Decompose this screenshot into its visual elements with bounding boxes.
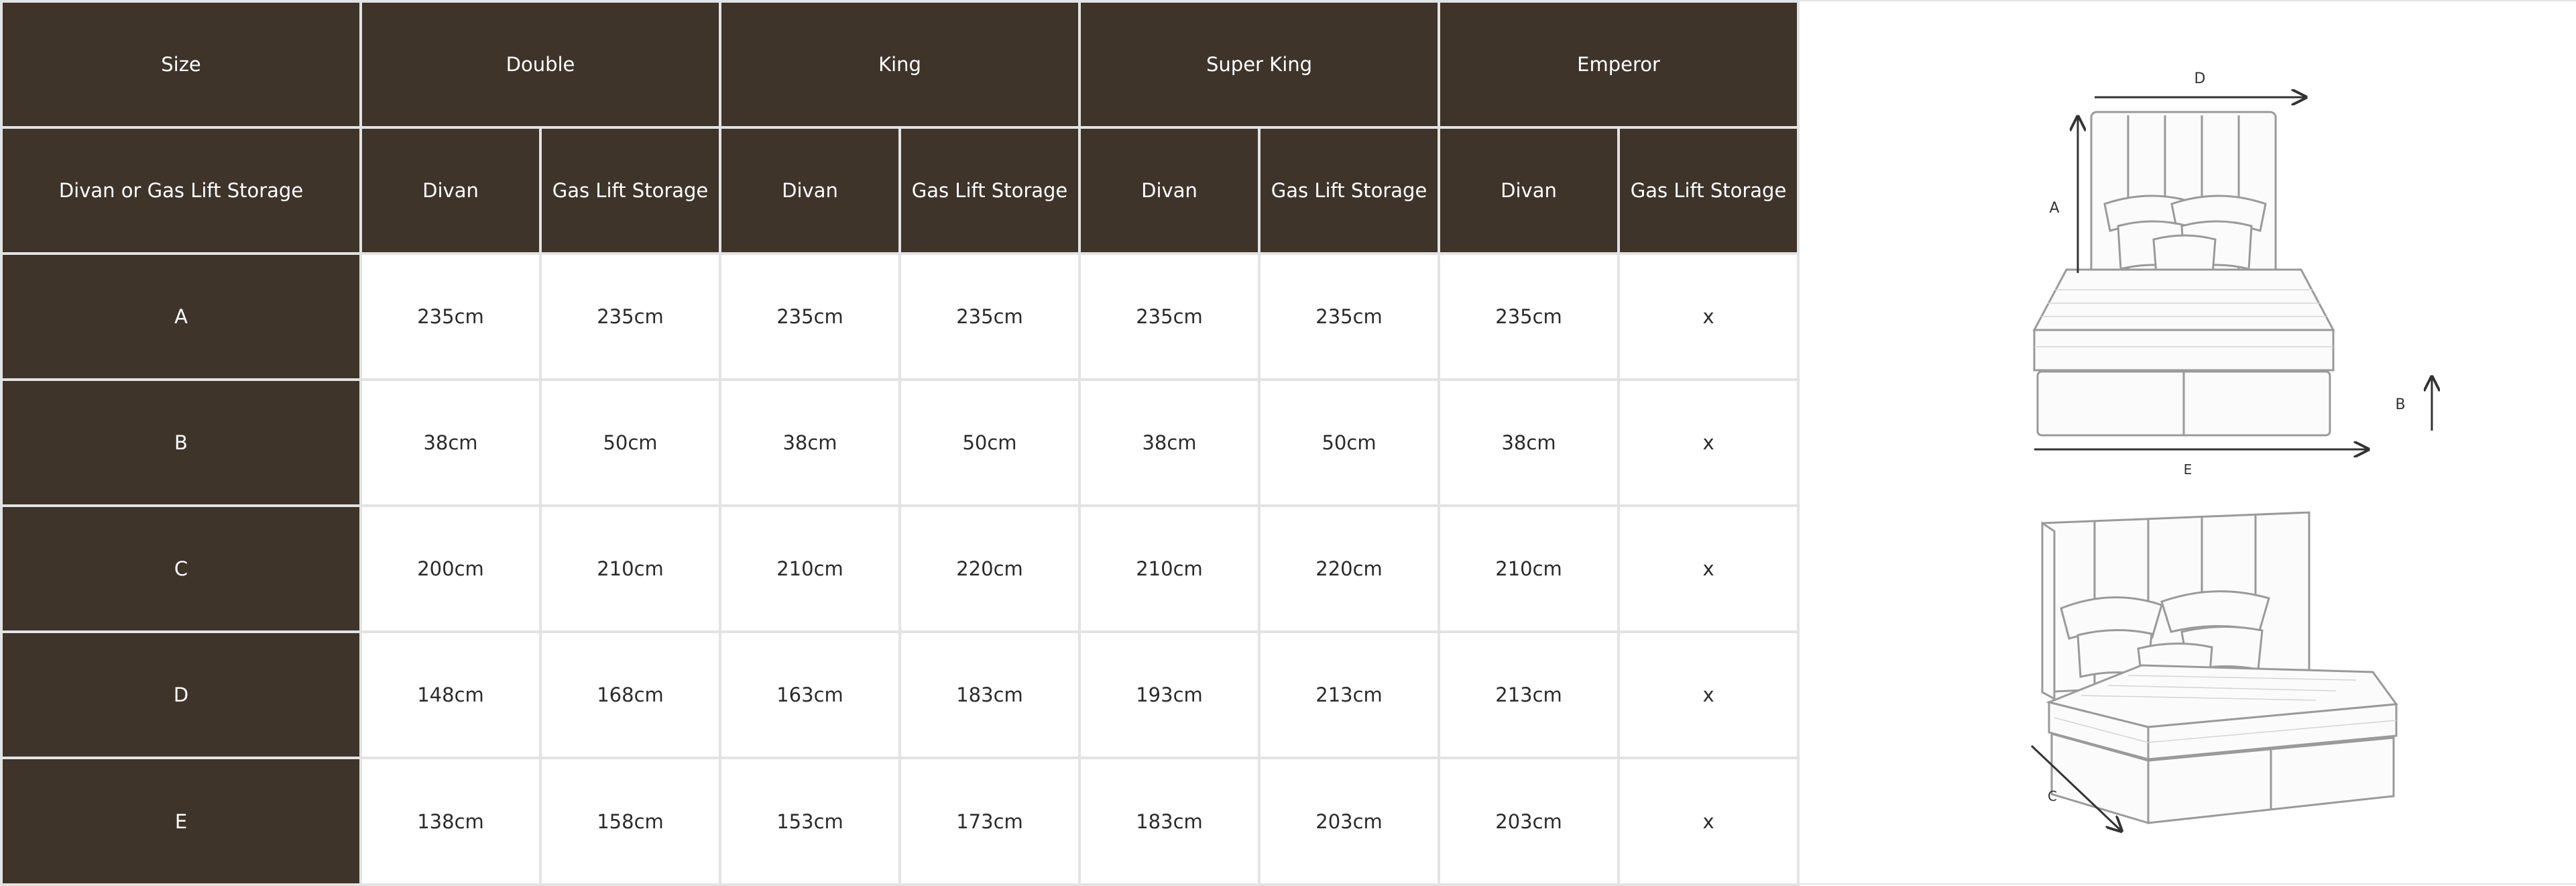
table-cell: 210cm	[1078, 504, 1261, 633]
table-cell: 183cm	[1078, 757, 1261, 886]
table-cell: x	[1617, 252, 1800, 381]
table-cell: 173cm	[898, 757, 1081, 886]
bed-diagrams: D A B E C	[2030, 70, 2576, 883]
type-header-cell: Gas Lift Storage	[898, 126, 1081, 255]
table-cell: 210cm	[538, 504, 722, 633]
table-cell: 220cm	[898, 504, 1081, 633]
row-label: B	[0, 378, 362, 507]
size-header-king: King	[719, 0, 1081, 129]
table-cell: 163cm	[719, 630, 902, 759]
size-header-super-king: Super King	[1078, 0, 1441, 129]
table-cell: 210cm	[719, 504, 902, 633]
table-cell: 50cm	[898, 378, 1081, 507]
table-cell: 235cm	[1438, 252, 1621, 381]
table-cell: 235cm	[1258, 252, 1441, 381]
size-header-row: Size Double King Super King Emperor	[0, 0, 1800, 129]
table-cell: x	[1617, 757, 1800, 886]
table-cell: 235cm	[1078, 252, 1261, 381]
table-cell: 213cm	[1258, 630, 1441, 759]
table-cell: 50cm	[1258, 378, 1441, 507]
table-cell: x	[1617, 630, 1800, 759]
table-cell: 148cm	[359, 630, 542, 759]
table-row-c: C 200cm 210cm 210cm 220cm 210cm 220cm 21…	[0, 504, 1800, 633]
table-cell: 138cm	[359, 757, 542, 886]
table-row-d: D 148cm 168cm 163cm 183cm 193cm 213cm 21…	[0, 630, 1800, 759]
bed-side-view-illustration	[2041, 511, 2398, 825]
table-row-a: A 235cm 235cm 235cm 235cm 235cm 235cm 23…	[0, 252, 1800, 381]
row-label: D	[0, 630, 362, 759]
table-cell: 235cm	[538, 252, 722, 381]
row-label: E	[0, 757, 362, 886]
type-header-cell: Gas Lift Storage	[538, 126, 722, 255]
type-header-cell: Divan	[1438, 126, 1621, 255]
table-cell: 193cm	[1078, 630, 1261, 759]
table-cell: 50cm	[538, 378, 722, 507]
type-header-row: Divan or Gas Lift Storage Divan Gas Lift…	[0, 126, 1800, 255]
type-header-cell: Divan	[359, 126, 542, 255]
size-corner-cell: Size	[0, 0, 362, 129]
size-header-double: Double	[359, 0, 722, 129]
table-cell: 153cm	[719, 757, 902, 886]
table-row-b: B 38cm 50cm 38cm 50cm 38cm 50cm 38cm x	[0, 378, 1800, 507]
table-cell: 213cm	[1438, 630, 1621, 759]
type-header-cell: Divan	[1078, 126, 1261, 255]
table-cell: 235cm	[719, 252, 902, 381]
table-cell: x	[1617, 378, 1800, 507]
dimension-label-d: D	[2194, 70, 2206, 87]
table-cell: 235cm	[898, 252, 1081, 381]
type-header-cell: Divan	[719, 126, 902, 255]
table-row-e: E 138cm 158cm 153cm 173cm 183cm 203cm 20…	[0, 757, 1800, 886]
table-cell: 203cm	[1258, 757, 1441, 886]
type-corner-cell: Divan or Gas Lift Storage	[0, 126, 362, 255]
dimension-label-b: B	[2395, 396, 2405, 413]
bed-front-view-illustration	[2032, 111, 2335, 437]
table-cell: 183cm	[898, 630, 1081, 759]
size-table: Size Double King Super King Emperor Diva…	[0, 0, 1800, 886]
table-cell: 168cm	[538, 630, 722, 759]
table-cell: 158cm	[538, 757, 722, 886]
table-cell: 38cm	[1438, 378, 1621, 507]
table-cell: 235cm	[359, 252, 542, 381]
bed-diagram-panel: D A B E C	[1798, 0, 2576, 885]
dimension-label-c: C	[2048, 788, 2057, 804]
dimension-label-a: A	[2049, 200, 2059, 217]
dimension-label-e: E	[2184, 461, 2192, 478]
table-cell: 220cm	[1258, 504, 1441, 633]
table-cell: 210cm	[1438, 504, 1621, 633]
table-cell: 38cm	[359, 378, 542, 507]
row-label: A	[0, 252, 362, 381]
table-cell: 38cm	[719, 378, 902, 507]
table-cell: 203cm	[1438, 757, 1621, 886]
table-cell: 200cm	[359, 504, 542, 633]
type-header-cell: Gas Lift Storage	[1617, 126, 1800, 255]
row-label: C	[0, 504, 362, 633]
table-cell: x	[1617, 504, 1800, 633]
table-cell: 38cm	[1078, 378, 1261, 507]
size-header-emperor: Emperor	[1438, 0, 1800, 129]
type-header-cell: Gas Lift Storage	[1258, 126, 1441, 255]
